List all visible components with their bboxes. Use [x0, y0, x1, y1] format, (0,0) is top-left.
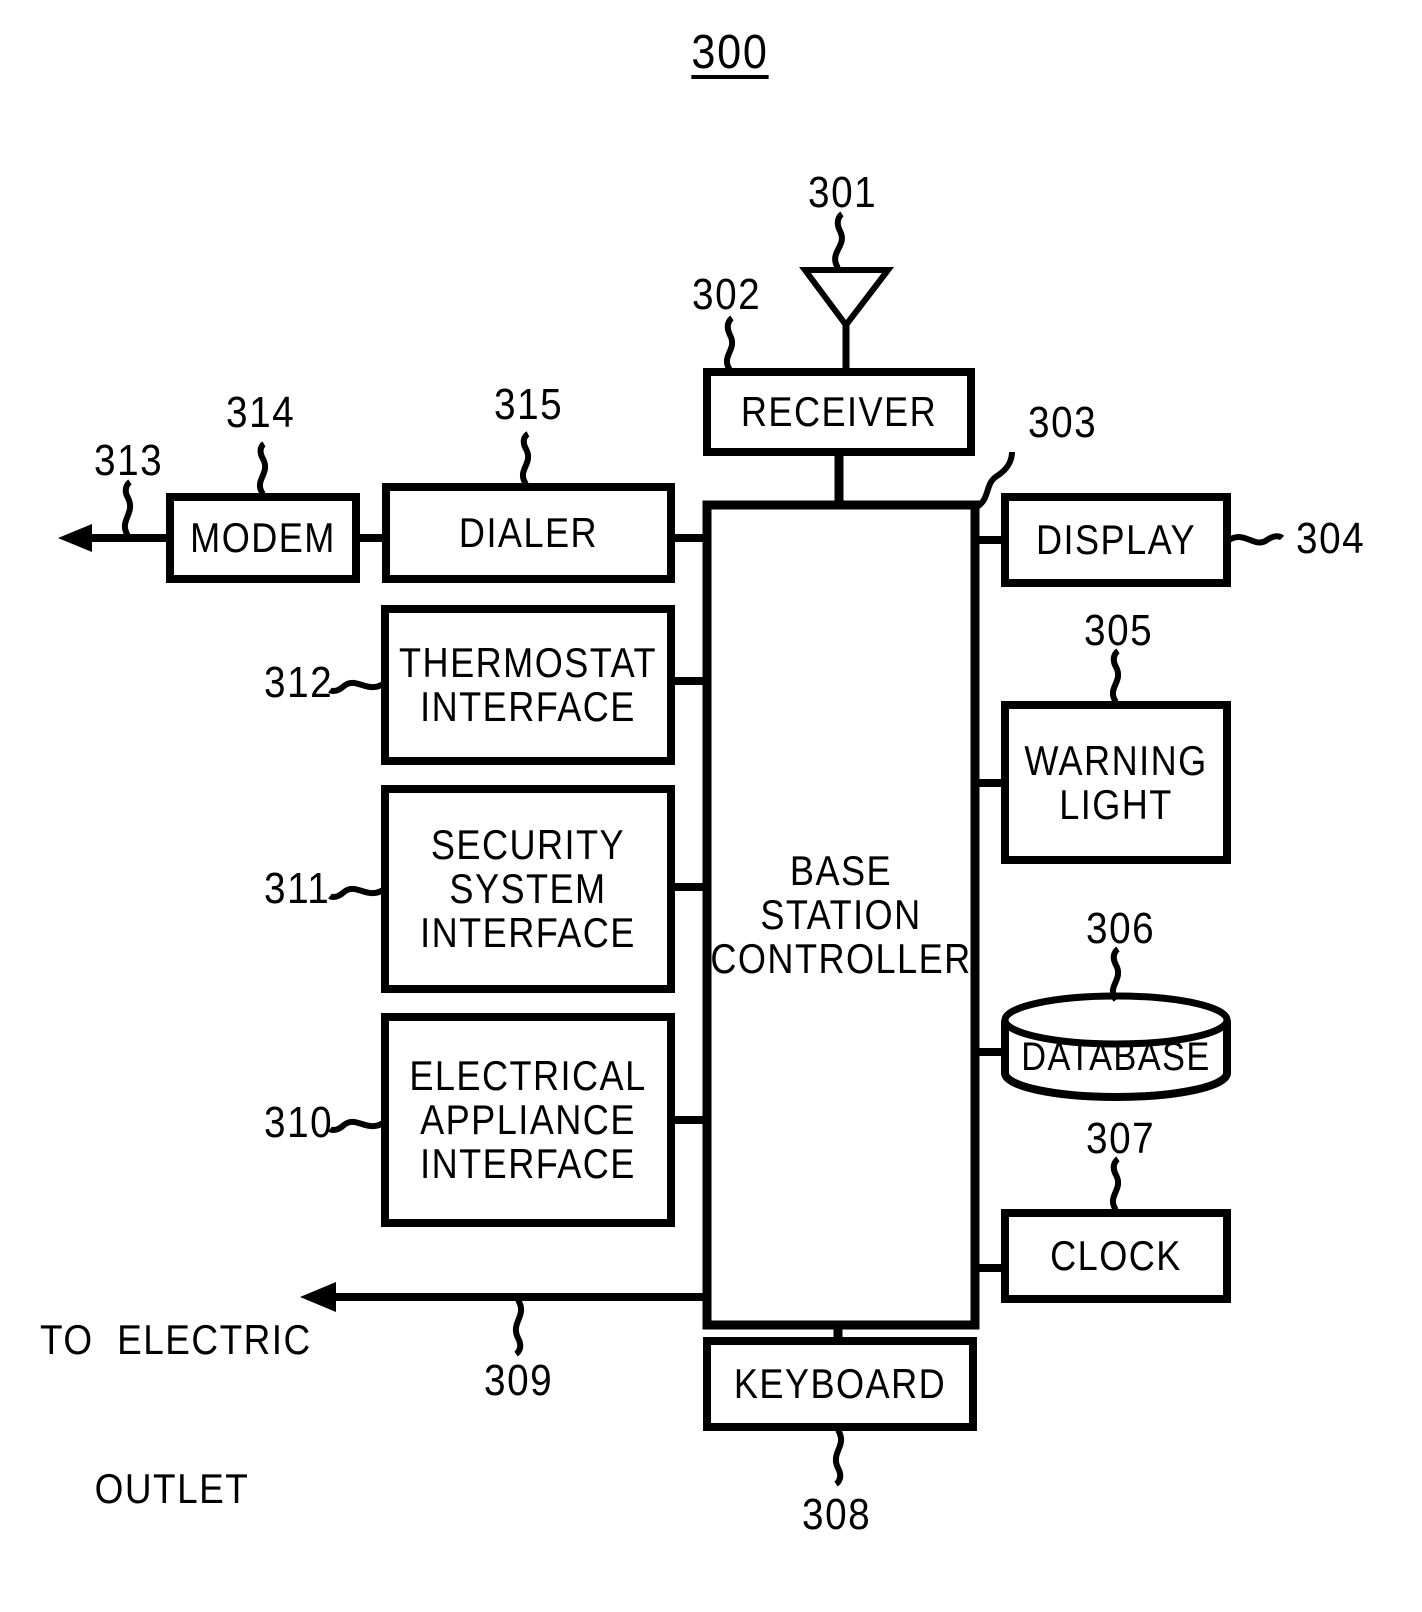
arrow-head-309 — [300, 1282, 336, 1312]
page-title: 300 — [691, 26, 769, 79]
ref-306: 306 — [1086, 904, 1156, 953]
antenna-icon — [799, 267, 895, 372]
leader-306 — [1109, 946, 1121, 1002]
ref-308: 308 — [802, 1490, 872, 1539]
security-interface-label: SECURITY SYSTEM INTERFACE — [405, 789, 651, 989]
ref-310: 310 — [264, 1098, 334, 1147]
ref-312: 312 — [264, 658, 334, 707]
controller-label-line3: CONTROLLER — [710, 934, 972, 982]
leader-310 — [328, 1118, 385, 1133]
electric-outlet-annotation: TO ELECTRIC OUTLET — [40, 1216, 312, 1612]
keyboard-label: KEYBOARD — [733, 1360, 947, 1408]
leader-307 — [1109, 1156, 1121, 1212]
warning-light-label-line2: LIGHT — [1059, 780, 1173, 828]
dialer-label: DIALER — [458, 509, 599, 557]
leader-313 — [121, 479, 133, 538]
receiver-label: RECEIVER — [740, 388, 938, 436]
controller-label: BASE STATION CONTROLLER — [710, 505, 970, 1325]
warning-light-label: WARNING LIGHT — [1021, 705, 1212, 860]
security-label-line2: SYSTEM — [449, 865, 607, 913]
thermostat-label-line2: INTERFACE — [420, 683, 636, 730]
ref-314: 314 — [226, 388, 296, 437]
ref-311: 311 — [264, 864, 331, 913]
leader-315 — [519, 431, 531, 486]
appliance-label-line2: APPLIANCE — [420, 1096, 636, 1144]
leader-308 — [833, 1428, 845, 1487]
database-label: DATABASE — [1021, 1035, 1211, 1080]
ref-315: 315 — [494, 380, 564, 429]
ref-313: 313 — [94, 436, 164, 485]
leader-304 — [1227, 533, 1285, 546]
leader-312 — [328, 679, 385, 694]
patent-figure-canvas: 300 301 302 303 304 305 306 307 308 309 … — [0, 0, 1422, 1612]
leader-305 — [1109, 648, 1121, 704]
ref-302: 302 — [692, 270, 762, 319]
security-label-line1: SECURITY — [430, 821, 626, 869]
appliance-label-line1: ELECTRICAL — [409, 1052, 647, 1100]
appliance-label-line3: INTERFACE — [420, 1139, 636, 1187]
security-label-line3: INTERFACE — [420, 908, 636, 956]
warning-light-label-line1: WARNING — [1024, 736, 1208, 784]
leader-311 — [328, 885, 385, 900]
ref-304: 304 — [1296, 514, 1366, 563]
clock-label: CLOCK — [1050, 1232, 1182, 1280]
leader-314 — [256, 441, 268, 496]
controller-label-line1: BASE — [789, 847, 893, 895]
controller-label-line2: STATION — [760, 891, 922, 939]
arrow-head-313 — [58, 524, 92, 552]
modem-label: MODEM — [190, 514, 336, 562]
appliance-interface-label: ELECTRICAL APPLIANCE INTERFACE — [405, 1017, 651, 1223]
ref-309: 309 — [484, 1356, 554, 1405]
leader-301 — [832, 211, 845, 270]
ref-301: 301 — [808, 168, 878, 217]
electric-outlet-line1: TO ELECTRIC — [40, 1316, 312, 1364]
leader-309 — [513, 1298, 525, 1357]
ref-307: 307 — [1086, 1114, 1156, 1163]
leader-302 — [723, 315, 735, 372]
ref-305: 305 — [1084, 606, 1154, 655]
ref-303: 303 — [1028, 398, 1098, 447]
electric-outlet-line2: OUTLET — [94, 1464, 250, 1512]
display-label: DISPLAY — [1035, 516, 1197, 564]
thermostat-label-line1: THERMOSTAT — [399, 639, 657, 687]
thermostat-interface-label: THERMOSTAT INTERFACE — [399, 609, 655, 761]
